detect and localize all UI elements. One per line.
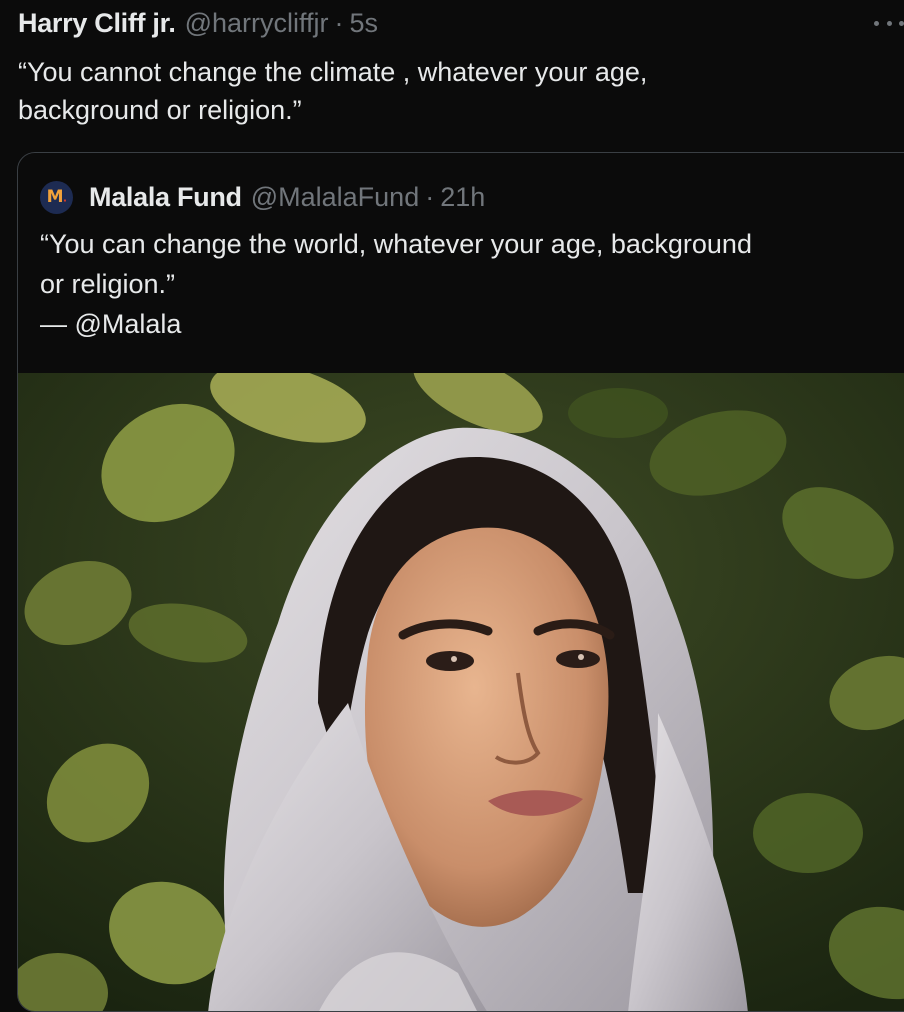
quoted-author-name[interactable]: Malala Fund — [89, 182, 242, 213]
avatar-mini-mark: ▪ — [63, 195, 67, 205]
dot — [874, 20, 879, 26]
malala-fund-logo-icon[interactable]: M ▪ — [40, 180, 73, 214]
author-name[interactable]: Harry Cliff jr. — [18, 8, 176, 39]
quoted-author-handle[interactable]: @MalalaFund — [251, 182, 420, 213]
dot — [899, 20, 904, 26]
header-separator: · — [334, 8, 344, 38]
tweet-timestamp[interactable]: 5s — [350, 8, 379, 39]
tweet-text: “You cannot change the climate , whateve… — [18, 57, 648, 125]
quoted-tweet-text: “You can change the world, whatever your… — [40, 229, 752, 339]
tweet[interactable]: Harry Cliff jr. @harrycliffjr · 5s “You … — [0, 0, 904, 1012]
quoted-header-separator: · — [425, 181, 435, 212]
quoted-tweet-header: M ▪ Malala Fund @MalalaFund · 21h — [40, 178, 485, 216]
more-options-icon[interactable] — [874, 16, 904, 30]
avatar-letter: M — [46, 187, 64, 207]
photo-image-icon — [18, 373, 904, 1011]
quoted-tweet-card[interactable]: M ▪ Malala Fund @MalalaFund · 21h “You ca… — [17, 152, 904, 1012]
tweet-header: Harry Cliff jr. @harrycliffjr · 5s — [18, 8, 378, 44]
quoted-timestamp[interactable]: 21h — [440, 182, 485, 213]
author-handle[interactable]: @harrycliffjr — [185, 8, 329, 39]
quoted-tweet-photo[interactable] — [18, 373, 904, 1011]
dot — [886, 20, 892, 26]
